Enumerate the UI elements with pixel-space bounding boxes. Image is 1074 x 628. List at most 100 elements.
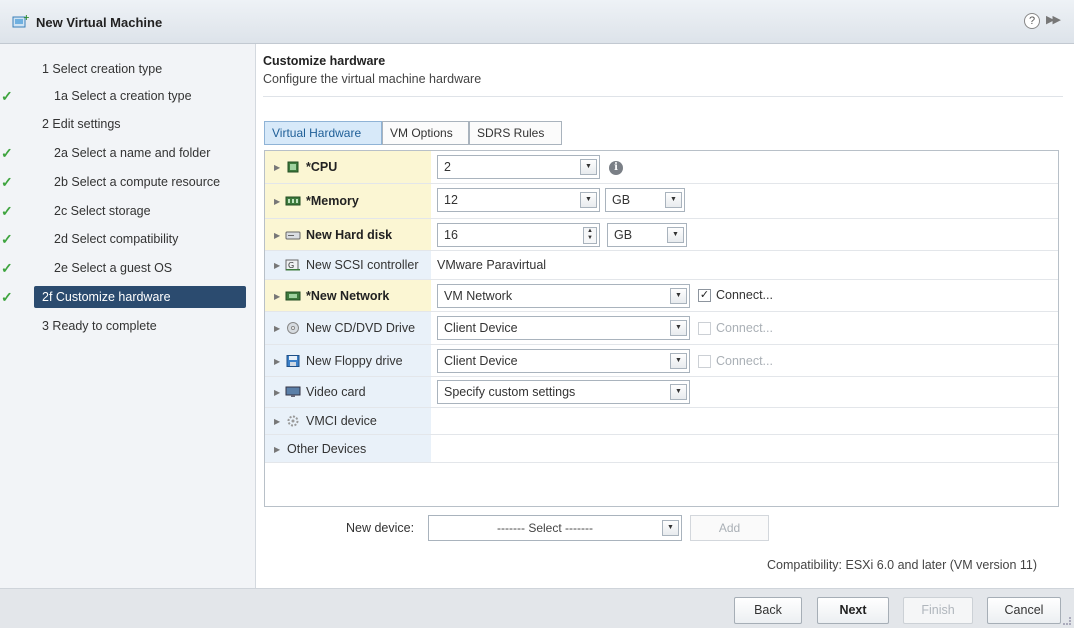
checkmark-icon: ✓ <box>1 231 13 247</box>
chevron-down-icon[interactable]: ▼ <box>662 520 679 536</box>
divider <box>263 96 1063 97</box>
help-icon[interactable]: ? <box>1024 13 1040 29</box>
device-name: New SCSI controller <box>306 258 419 272</box>
hard-disk-unit-select[interactable]: GB ▼ <box>607 223 687 247</box>
step-label: 2 Edit settings <box>42 117 121 131</box>
step-2c[interactable]: ✓ 2c Select storage <box>1 200 151 222</box>
other-devices-row: ▶ Other Devices <box>265 435 1058 463</box>
resize-grip-icon[interactable] <box>1063 617 1071 625</box>
expand-arrow-icon[interactable]: ▶ <box>274 324 280 333</box>
cancel-button[interactable]: Cancel <box>987 597 1061 624</box>
cpu-icon <box>287 161 299 173</box>
device-name: *CPU <box>306 160 338 174</box>
svg-text:+: + <box>23 14 29 22</box>
checkmark-icon: ✓ <box>1 145 13 161</box>
step-2f[interactable]: ✓ 2f Customize hardware <box>1 286 246 308</box>
expand-arrow-icon[interactable]: ▶ <box>274 261 280 270</box>
svg-text:G: G <box>288 261 294 270</box>
memory-value: 12 <box>444 193 458 207</box>
video-card-icon <box>285 386 301 397</box>
vmci-row: ▶ VMCI device <box>265 408 1058 435</box>
device-name: New Hard disk <box>306 228 393 242</box>
floppy-connect-label: Connect... <box>716 354 773 368</box>
floppy-value: Client Device <box>444 354 518 368</box>
wizard-footer: Back Next Finish Cancel <box>0 588 1074 628</box>
expand-arrow-icon[interactable]: ▶ <box>274 388 280 397</box>
step-2: 2 Edit settings <box>42 113 121 135</box>
device-name: Video card <box>306 385 366 399</box>
hard-disk-size-input[interactable]: 16 ▲ ▼ <box>437 223 600 247</box>
step-label: 2f Customize hardware <box>42 290 171 304</box>
step-1: 1 Select creation type <box>42 58 162 80</box>
vmci-device-icon <box>287 415 299 427</box>
device-name: VMCI device <box>306 414 377 428</box>
chevron-down-icon[interactable]: ▼ <box>670 288 687 304</box>
expand-arrow-icon[interactable]: ▶ <box>274 197 280 206</box>
window-titlebar: + New Virtual Machine ? ▶▶ <box>0 0 1074 44</box>
expand-arrow-icon[interactable]: ▶ <box>274 292 280 301</box>
video-card-select[interactable]: Specify custom settings ▼ <box>437 380 690 404</box>
network-select[interactable]: VM Network ▼ <box>437 284 690 308</box>
cpu-row: ▶ *CPU 2 ▼ i <box>265 151 1058 184</box>
expand-icon[interactable]: ▶▶ <box>1046 13 1061 26</box>
cpu-select[interactable]: 2 ▼ <box>437 155 600 179</box>
checkmark-icon: ✓ <box>1 203 13 219</box>
chevron-down-icon[interactable]: ▼ <box>665 192 682 208</box>
memory-unit-select[interactable]: GB ▼ <box>605 188 685 212</box>
step-label: 1a Select a creation type <box>54 89 192 103</box>
checkmark-icon: ✓ <box>1 289 13 305</box>
spinner-icon[interactable]: ▲ ▼ <box>583 227 597 244</box>
compatibility-text: Compatibility: ESXi 6.0 and later (VM ve… <box>767 558 1038 572</box>
expand-arrow-icon[interactable]: ▶ <box>274 417 280 426</box>
memory-size-select[interactable]: 12 ▼ <box>437 188 600 212</box>
cddvd-select[interactable]: Client Device ▼ <box>437 316 690 340</box>
network-connect-label: Connect... <box>716 288 773 302</box>
expand-arrow-icon[interactable]: ▶ <box>274 231 280 240</box>
next-button[interactable]: Next <box>817 597 889 624</box>
device-name: New Floppy drive <box>306 354 403 368</box>
new-device-select[interactable]: ------- Select ------- ▼ <box>428 515 682 541</box>
step-2e[interactable]: ✓ 2e Select a guest OS <box>1 257 172 279</box>
checkmark-icon: ✓ <box>1 260 13 276</box>
expand-arrow-icon[interactable]: ▶ <box>274 357 280 366</box>
cddvd-row: ▶ New CD/DVD Drive Client Device ▼ Conne… <box>265 312 1058 345</box>
network-icon <box>285 291 301 301</box>
row-label-cell: ▶ VMCI device <box>265 408 431 434</box>
floppy-select[interactable]: Client Device ▼ <box>437 349 690 373</box>
chevron-down-icon[interactable]: ▼ <box>670 353 687 369</box>
row-label-cell: ▶ Video card <box>265 377 431 407</box>
video-card-value: Specify custom settings <box>444 385 576 399</box>
hardware-grid: ▶ *CPU 2 ▼ i ▶ *Memory 12 ▼ GB ▼ ▶ New H… <box>264 150 1059 507</box>
row-label-cell: ▶ Other Devices <box>265 435 431 462</box>
chevron-down-icon[interactable]: ▼ <box>580 192 597 208</box>
tab-sdrs-rules[interactable]: SDRS Rules <box>469 121 562 145</box>
network-connect-checkbox[interactable]: ✓ <box>698 289 711 302</box>
new-device-value: ------- Select ------- <box>497 521 593 535</box>
step-1a[interactable]: ✓ 1a Select a creation type <box>1 85 192 107</box>
network-row: ▶ *New Network VM Network ▼ ✓ Connect... <box>265 280 1058 312</box>
expand-arrow-icon[interactable]: ▶ <box>274 445 280 454</box>
tab-vm-options[interactable]: VM Options <box>382 121 469 145</box>
scsi-controller-type: VMware Paravirtual <box>437 258 547 272</box>
back-button[interactable]: Back <box>734 597 802 624</box>
chevron-down-icon[interactable]: ▼ <box>667 227 684 243</box>
row-label-cell: ▶ *New Network <box>265 280 431 311</box>
chevron-down-icon[interactable]: ▼ <box>670 320 687 336</box>
device-name: *Memory <box>306 194 359 208</box>
hard-disk-row: ▶ New Hard disk 16 ▲ ▼ GB ▼ <box>265 219 1058 251</box>
info-icon[interactable]: i <box>609 161 623 175</box>
chevron-down-icon[interactable]: ▼ <box>670 384 687 400</box>
hard-disk-icon <box>285 231 301 240</box>
chevron-down-icon[interactable]: ▼ <box>580 159 597 175</box>
hard-disk-value: 16 <box>444 228 458 242</box>
step-2b[interactable]: ✓ 2b Select a compute resource <box>1 171 220 193</box>
step-2d[interactable]: ✓ 2d Select compatibility <box>1 228 178 250</box>
window-title: New Virtual Machine <box>36 15 163 30</box>
expand-arrow-icon[interactable]: ▶ <box>274 163 280 172</box>
page-title: Customize hardware <box>263 54 386 68</box>
cddvd-connect-label: Connect... <box>716 321 773 335</box>
step-2a[interactable]: ✓ 2a Select a name and folder <box>1 142 210 164</box>
tab-virtual-hardware[interactable]: Virtual Hardware <box>264 121 382 145</box>
hard-disk-unit: GB <box>614 228 633 242</box>
network-value: VM Network <box>444 289 513 303</box>
